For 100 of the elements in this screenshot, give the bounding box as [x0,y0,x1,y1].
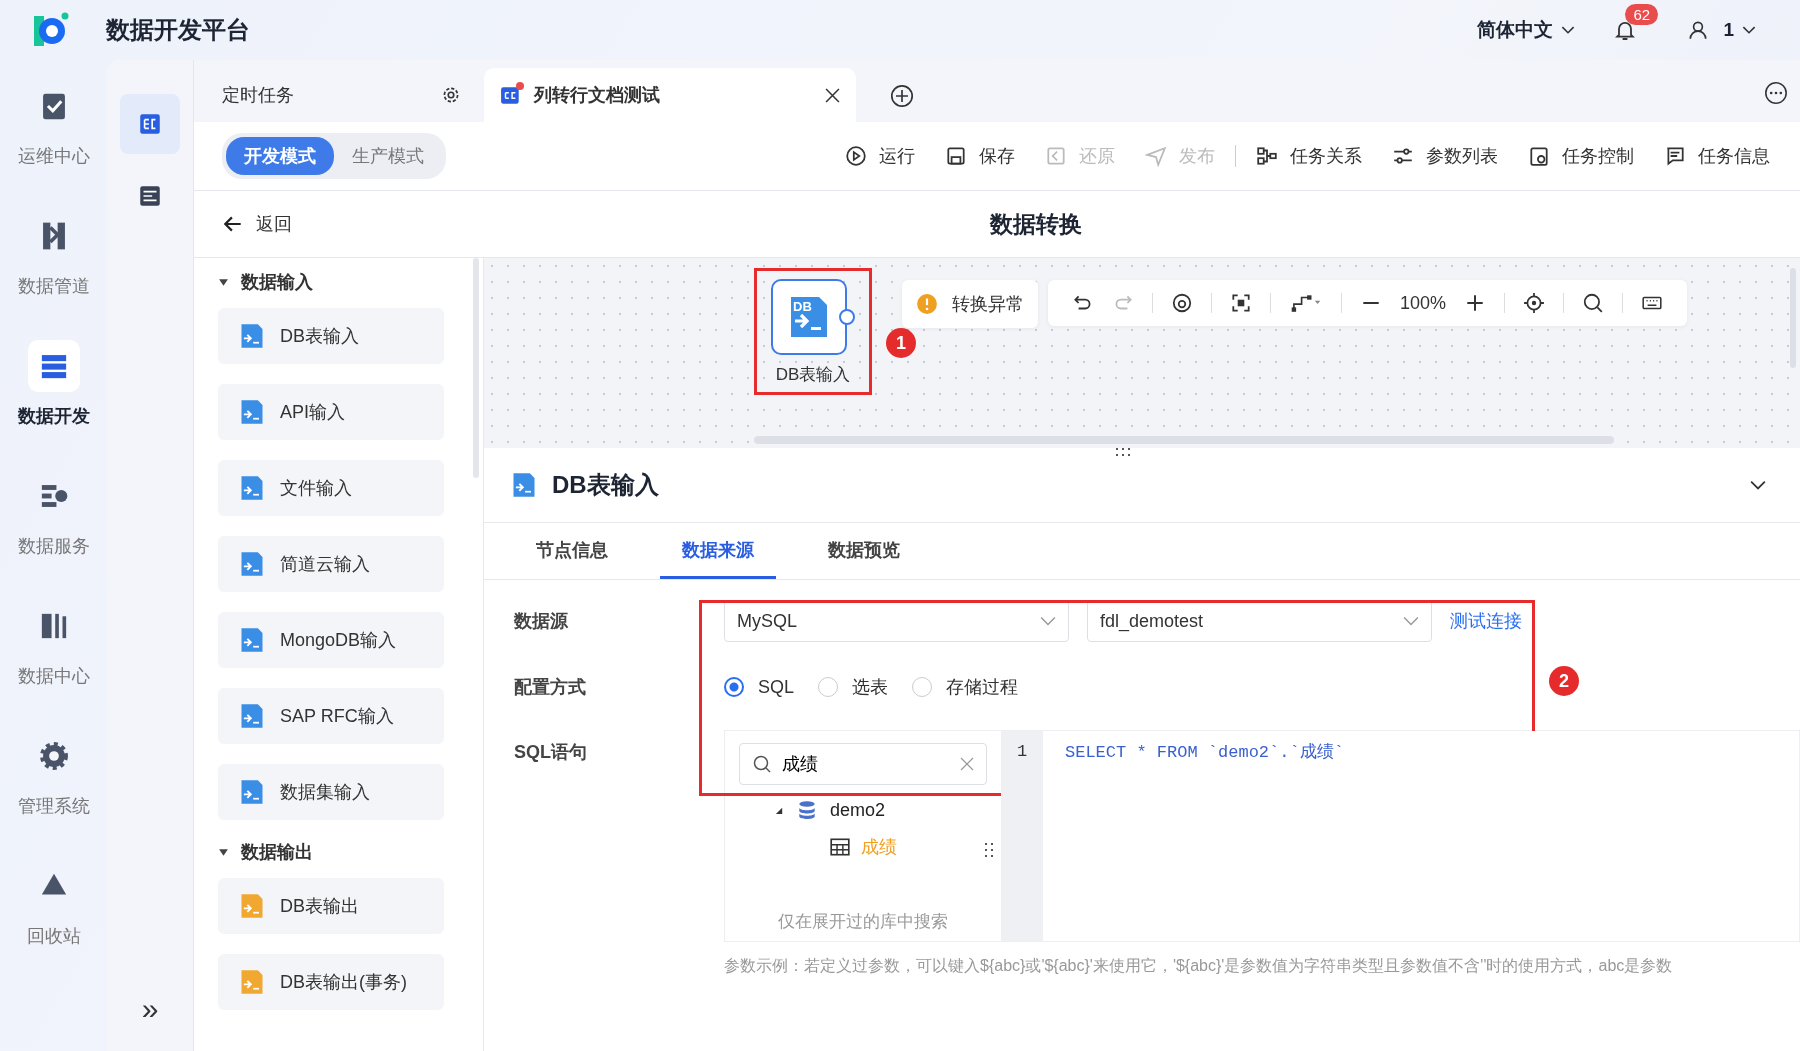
radio-option[interactable]: SQL [724,676,795,698]
layout-icon[interactable] [1289,292,1323,314]
panel-tab[interactable]: 数据预览 [806,523,922,579]
palette-item-label: DB表输出(事务) [280,971,407,994]
scrollbar[interactable] [1790,268,1796,368]
page-title: 数据转换 [988,209,1083,239]
palette-item-label: DB表输入 [280,325,359,348]
nav-item[interactable]: 数据服务 [3,470,104,586]
section-title: 数据输出 [241,841,313,864]
palette-item-label: API输入 [280,401,345,424]
flow-icon [500,84,522,106]
nav-item[interactable]: 数据管道 [3,210,104,326]
warning-icon [916,293,938,315]
section-title: 数据输入 [241,271,313,294]
section-header[interactable]: 数据输入 [218,270,483,294]
restore-icon [1045,145,1067,167]
database-icon [796,799,818,821]
search-icon [752,754,772,774]
tab-label: 定时任务 [222,84,295,107]
node-port[interactable] [839,309,855,325]
search-field[interactable]: 成绩 [739,743,987,785]
code-line: SELECT * FROM `demo2`.`成绩` [1064,741,1344,763]
palette-item[interactable]: 简道云输入 [218,536,444,592]
flow-button[interactable] [120,94,180,154]
more-icon[interactable] [1764,81,1788,105]
clear-icon[interactable] [960,757,974,771]
table-icon [829,836,851,858]
chevron-down-icon [1403,616,1419,626]
toolbar-button[interactable]: 任务关系 [1256,144,1362,168]
nav-item[interactable]: 数据中心 [3,600,104,716]
toolbar-button[interactable]: 参数列表 [1392,144,1498,168]
field-label: 数据源 [514,610,569,633]
mode-toggle[interactable]: 开发模式 [226,137,334,175]
nav-item[interactable]: 回收站 [3,860,104,976]
tab-label: 列转行文档测试 [534,84,661,107]
callout-number: 2 [1549,666,1579,696]
flow-icon [137,111,163,137]
user-menu[interactable]: 1 [1723,19,1756,41]
nav-item[interactable]: 管理系统 [3,730,104,846]
add-tab-icon[interactable] [890,84,914,108]
notification-count: 62 [1625,4,1659,25]
tree-node[interactable]: demo2 [775,799,987,821]
panel-tab[interactable]: 节点信息 [514,523,630,579]
palette-item[interactable]: 文件输入 [218,460,444,516]
test-connection-link[interactable]: 测试连接 [1450,609,1522,633]
locate-icon[interactable] [1523,292,1546,314]
palette-item-label: 文件输入 [280,477,352,500]
search-hint: 仅在展开过的库中搜索 [777,911,949,933]
chevron-down-icon [1040,616,1056,626]
expand-button[interactable]: » [135,991,165,1027]
caret-icon [218,846,229,858]
palette-item[interactable]: SAP RFC输入 [218,688,444,744]
save-icon [945,145,967,167]
panel-tab[interactable]: 数据来源 [660,523,776,579]
caret-icon [775,805,784,815]
send-icon [1145,145,1167,167]
search-icon[interactable] [1582,292,1605,314]
parameter-hint: 参数示例：若定义过参数，可以键入${abc}或'${abc}'来使用它，'${abc}'是参数值为字符串类型且参数值不含''时的使用方式，abc是参数 [724,956,1674,976]
callout-number: 1 [886,328,916,358]
field-label: SQL语句 [514,741,588,764]
warning-text: 转换异常 [952,293,1024,316]
tab[interactable]: 定时任务 [218,68,476,122]
list-icon [137,183,163,209]
palette-item-label: MongoDB输入 [280,629,397,652]
radio-option[interactable]: 存储过程 [912,675,1019,699]
back-button[interactable]: 返回 [222,212,472,236]
toolbar-button[interactable]: 任务信息 [1664,144,1770,168]
language-selector[interactable]: 简体中文 [1477,17,1576,43]
toolbar-button[interactable]: 保存 [945,144,1015,168]
collapse-icon[interactable] [1750,480,1766,490]
palette-item[interactable]: DB表输入 [218,308,444,364]
node-label: DB表输入 [775,364,851,386]
nav-item[interactable]: 数据开发 [3,340,104,456]
tab[interactable]: 列转行文档测试 [484,68,856,122]
zoom-level: 100% [1400,292,1447,314]
close-icon[interactable] [825,87,840,103]
scrollbar[interactable] [473,258,479,478]
radio-option[interactable]: 选表 [818,675,889,699]
section-header[interactable]: 数据输出 [218,840,483,864]
fit-view-icon[interactable] [1230,292,1252,314]
chevron-down-icon [1742,25,1756,35]
palette-item-label: SAP RFC输入 [280,705,394,728]
mode-toggle[interactable]: 生产模式 [334,137,442,175]
palette-item[interactable]: DB表输出(事务) [218,954,444,1010]
palette-item[interactable]: API输入 [218,384,444,440]
relation-icon [1256,145,1278,167]
panel-title: DB表输入 [552,470,659,500]
palette-item-label: DB表输出 [280,895,359,918]
palette-item[interactable]: MongoDB输入 [218,612,444,668]
field-label: 配置方式 [514,676,587,699]
palette-item[interactable]: 数据集输入 [218,764,444,820]
line-number: 1 [1015,741,1029,761]
play-icon [845,145,867,167]
toolbar-button[interactable]: 任务控制 [1528,144,1634,168]
caret-icon [218,276,229,288]
palette-item[interactable]: DB表输出 [218,878,444,934]
toolbar-button[interactable]: 运行 [845,144,915,168]
nav-item[interactable]: 运维中心 [3,80,104,196]
app-title: 数据开发平台 [106,15,250,45]
chevron-down-icon [1561,25,1576,35]
